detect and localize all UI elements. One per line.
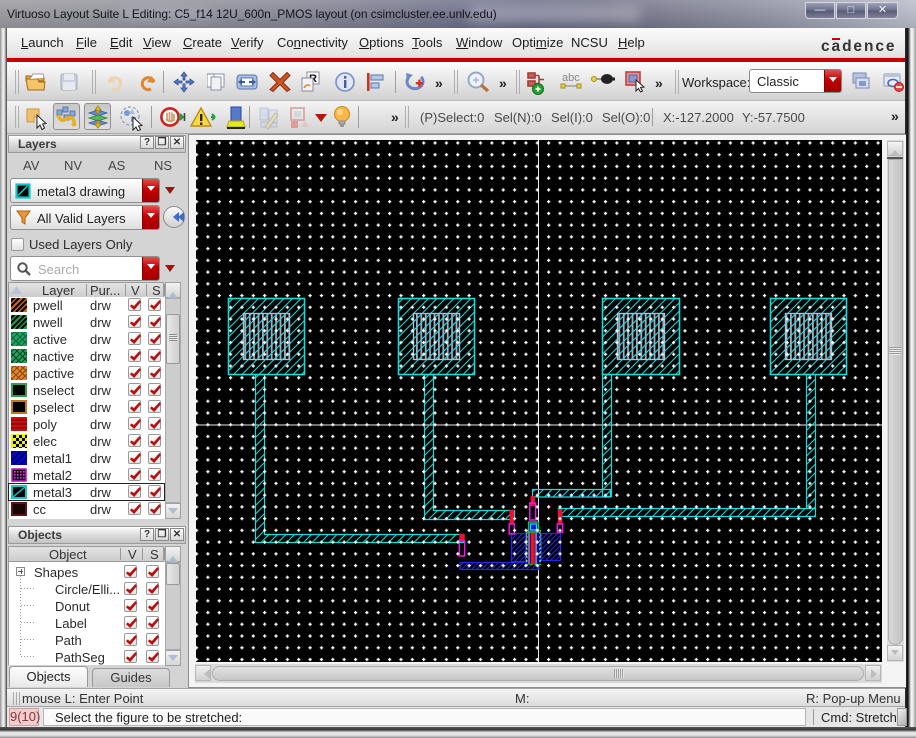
svg-text:abc: abc — [562, 72, 580, 84]
